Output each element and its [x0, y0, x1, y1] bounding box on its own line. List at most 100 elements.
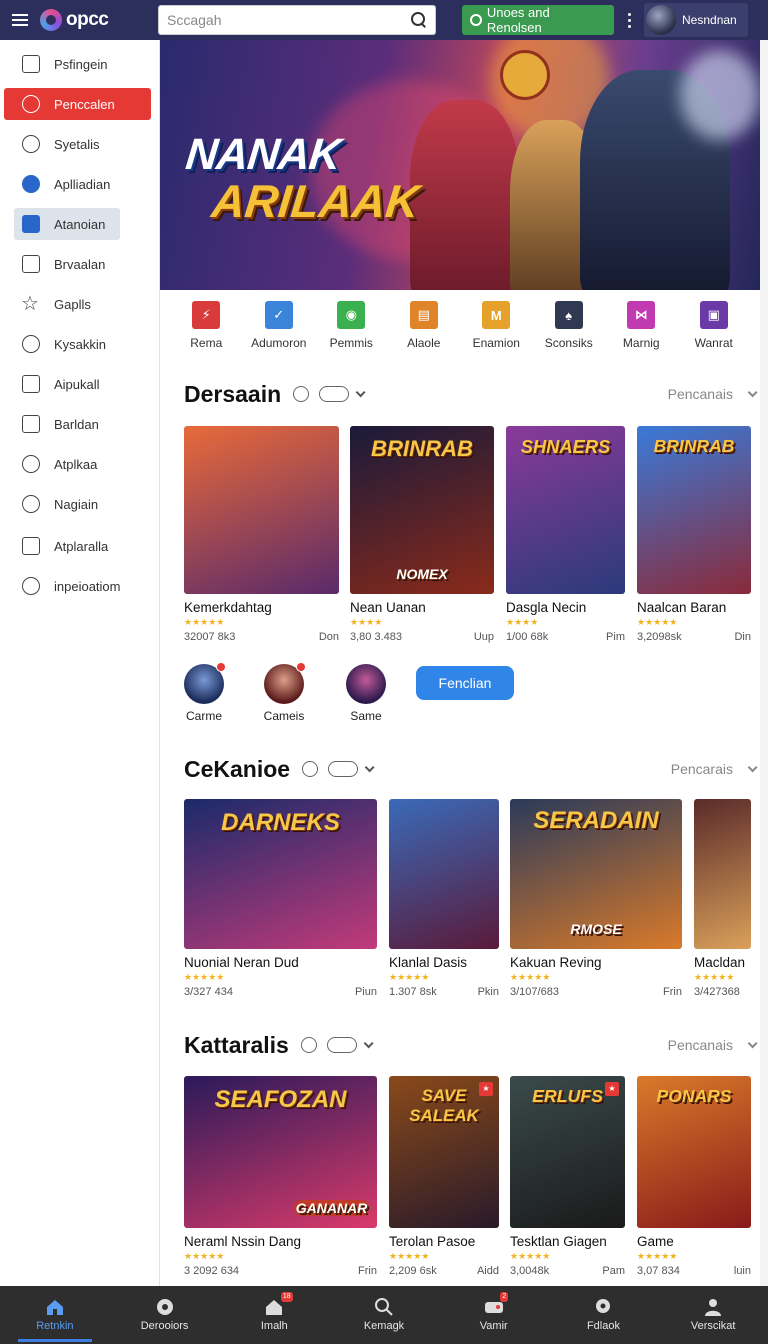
game-card[interactable]: ERLUFS ★ Tesktlan Giagen ★★★★★ 3,0048k Pam	[510, 1076, 625, 1277]
bottom-nav-imalh[interactable]: 18 Imalh	[219, 1286, 329, 1344]
game-cover[interactable]: SEAFOZAN GANANAR	[184, 1076, 377, 1228]
sidebar-item-barldan[interactable]: Barldan	[4, 408, 151, 440]
sidebar: Psfingein Penccalen Syetalis Aplliadian …	[0, 40, 160, 1286]
game-cover[interactable]: SHNAERS	[506, 426, 625, 594]
section-header-2: CeKanioe Pencarais	[184, 754, 758, 784]
rating-stars-icon: ★★★★★	[389, 1251, 430, 1261]
game-cover[interactable]: BRINRAB	[637, 426, 751, 594]
game-card[interactable]: Macldan ★★★★★ 3/427368	[694, 799, 751, 998]
section-filter[interactable]: Pencarais	[671, 761, 758, 777]
scrollbar[interactable]	[760, 40, 768, 1286]
game-card[interactable]: SEAFOZAN GANANAR Neraml Nssin Dang ★★★★★ 3 2…	[184, 1076, 377, 1277]
sidebar-item-atplkaa[interactable]: Atplkaa	[4, 448, 151, 480]
chevron-down-icon[interactable]	[363, 1037, 374, 1048]
sidebar-item-label: Nagiain	[54, 496, 99, 512]
hamburger-menu-icon[interactable]	[0, 0, 40, 40]
game-card[interactable]: SHNAERS Dasgla Necin ★★★★ 1/00 68k Pim	[506, 426, 625, 643]
game-cover[interactable]	[389, 799, 499, 949]
info-icon[interactable]	[300, 1037, 317, 1053]
game-card[interactable]: DARNEKS Nuonial Neran Dud ★★★★★ 3/327 434 Pi…	[184, 799, 377, 998]
game-cover[interactable]: ERLUFS ★	[510, 1076, 625, 1228]
sidebar-item-aipukall[interactable]: Aipukall	[4, 368, 151, 400]
circle-icon	[22, 135, 40, 153]
bottom-nav-label: Retnkin	[36, 1320, 74, 1332]
bottom-nav-fdlaok[interactable]: Fdlaok	[549, 1286, 659, 1344]
search-bar[interactable]	[158, 5, 436, 35]
section-filter[interactable]: Pencanais	[667, 1037, 758, 1053]
bottom-nav-retnkin[interactable]: Retnkin	[0, 1286, 110, 1344]
app-logo[interactable]: opcc	[40, 9, 158, 31]
game-cover[interactable]: BRINRAB NOMEX	[350, 426, 494, 594]
bottom-nav-kemagk[interactable]: Kemagk	[329, 1286, 439, 1344]
chart-icon	[22, 537, 40, 555]
sidebar-item-inpeioatiom[interactable]: inpeioatiom	[4, 570, 151, 602]
hero-banner[interactable]: NANAK ARILAAK	[160, 40, 768, 290]
search-icon	[374, 1298, 394, 1316]
game-meta: 3/327 434 Piun	[184, 986, 377, 998]
section-filter-label: Pencanais	[667, 1037, 733, 1053]
game-card[interactable]: PONARS Game ★★★★★ 3,07 834 luin	[637, 1076, 751, 1277]
category-rema[interactable]: ⚡ Rema	[170, 290, 243, 362]
info-icon[interactable]	[293, 386, 310, 402]
sidebar-item-psfingein[interactable]: Psfingein	[4, 48, 151, 80]
game-cover[interactable]: PONARS	[637, 1076, 751, 1228]
game-card[interactable]: SERADAIN RMOSE Kakuan Reving ★★★★★ 3/107/683…	[510, 799, 682, 998]
toggle-icon[interactable]	[328, 761, 359, 777]
sidebar-item-kysakkin[interactable]: Kysakkin	[4, 328, 151, 360]
sidebar-item-nagiain[interactable]: Nagiain	[4, 488, 151, 520]
friend-item[interactable]: Same	[336, 664, 396, 723]
info-icon[interactable]	[302, 761, 319, 777]
game-card[interactable]: BRINRAB Naalcan Baran ★★★★★ 3,2098sk Din	[637, 426, 751, 643]
sidebar-item-syetalis[interactable]: Syetalis	[4, 128, 151, 160]
toggle-icon[interactable]	[319, 386, 350, 402]
sidebar-item-brvaalan[interactable]: Brvaalan	[4, 248, 151, 280]
game-card[interactable]: Kemerkdahtag ★★★★★ 32007 8k3 Don	[184, 426, 339, 643]
game-cover[interactable]: SERADAIN RMOSE	[510, 799, 682, 949]
sidebar-item-atanoian[interactable]: Atanoian	[14, 208, 120, 240]
category-wanrat[interactable]: ▣ Wanrat	[678, 290, 751, 362]
friend-item[interactable]: Cameis	[254, 662, 314, 723]
chat-icon	[470, 14, 482, 26]
category-marnig[interactable]: ⋈ Marnig	[605, 290, 678, 362]
sidebar-item-label: Aipukall	[54, 376, 100, 392]
game-card[interactable]: Klanlal Dasis ★★★★★ 1.307 8sk Pkin	[389, 799, 499, 998]
sidebar-item-aplliadian[interactable]: Aplliadian	[4, 168, 151, 200]
more-button[interactable]: Fenclian	[416, 666, 514, 700]
sidebar-item-label: Atplkaa	[54, 456, 98, 472]
game-card[interactable]: BRINRAB NOMEX Nean Uanan ★★★★ 3,80 3.483 Uup	[350, 426, 494, 643]
game-cover[interactable]	[694, 799, 751, 949]
section-header-3: Kattaralis Pencanais	[184, 1030, 758, 1060]
category-enamion[interactable]: M Enamion	[460, 290, 533, 362]
category-label: Sconsiks	[544, 336, 593, 350]
section-filter[interactable]: Pencanais	[668, 386, 758, 402]
game-card[interactable]: SAVE SALEAK ★ Terolan Pasoe ★★★★★ 2,209 6sk A…	[389, 1076, 499, 1277]
game-cover[interactable]	[184, 426, 339, 594]
category-adumoron[interactable]: ✓ Adumoron	[243, 290, 316, 362]
sidebar-item-penccalen[interactable]: Penccalen	[4, 88, 151, 120]
game-cover[interactable]: SAVE SALEAK ★	[389, 1076, 499, 1228]
game-title: Neraml Nssin Dang	[184, 1234, 302, 1249]
game-logo: SEAFOZAN	[214, 1086, 347, 1113]
bottom-nav-verscikat[interactable]: Verscikat	[658, 1286, 768, 1344]
sidebar-item-atplaralla[interactable]: Atplaralla	[4, 530, 151, 562]
game-cover[interactable]: DARNEKS	[184, 799, 377, 949]
game-meta: 3/107/683 Frin	[510, 986, 682, 998]
category-sconsiks[interactable]: ♠ Sconsiks	[533, 290, 606, 362]
search-input[interactable]	[167, 12, 411, 28]
bottom-nav-derooiors[interactable]: Derooiors	[110, 1286, 220, 1344]
sidebar-item-label: Aplliadian	[54, 176, 111, 192]
toggle-icon[interactable]	[326, 1037, 357, 1053]
category-alaole[interactable]: ▤ Alaole	[388, 290, 461, 362]
category-pemmis[interactable]: ◉ Pemmis	[315, 290, 388, 362]
user-profile[interactable]: Nesndnan	[644, 3, 748, 37]
section-title: Dersaain	[184, 380, 282, 407]
sidebar-item-gaplls[interactable]: Gaplls	[4, 288, 151, 320]
chevron-down-icon[interactable]	[364, 761, 375, 772]
search-icon[interactable]	[411, 12, 427, 28]
promo-button[interactable]: Unoes and Renolsen	[462, 5, 614, 35]
more-options-icon[interactable]	[614, 5, 644, 35]
chevron-down-icon[interactable]	[355, 386, 366, 397]
friend-item[interactable]: Carme	[174, 662, 234, 723]
category-icon: ⋈	[627, 301, 656, 329]
bottom-nav-vamir[interactable]: 2 Vamir	[439, 1286, 549, 1344]
